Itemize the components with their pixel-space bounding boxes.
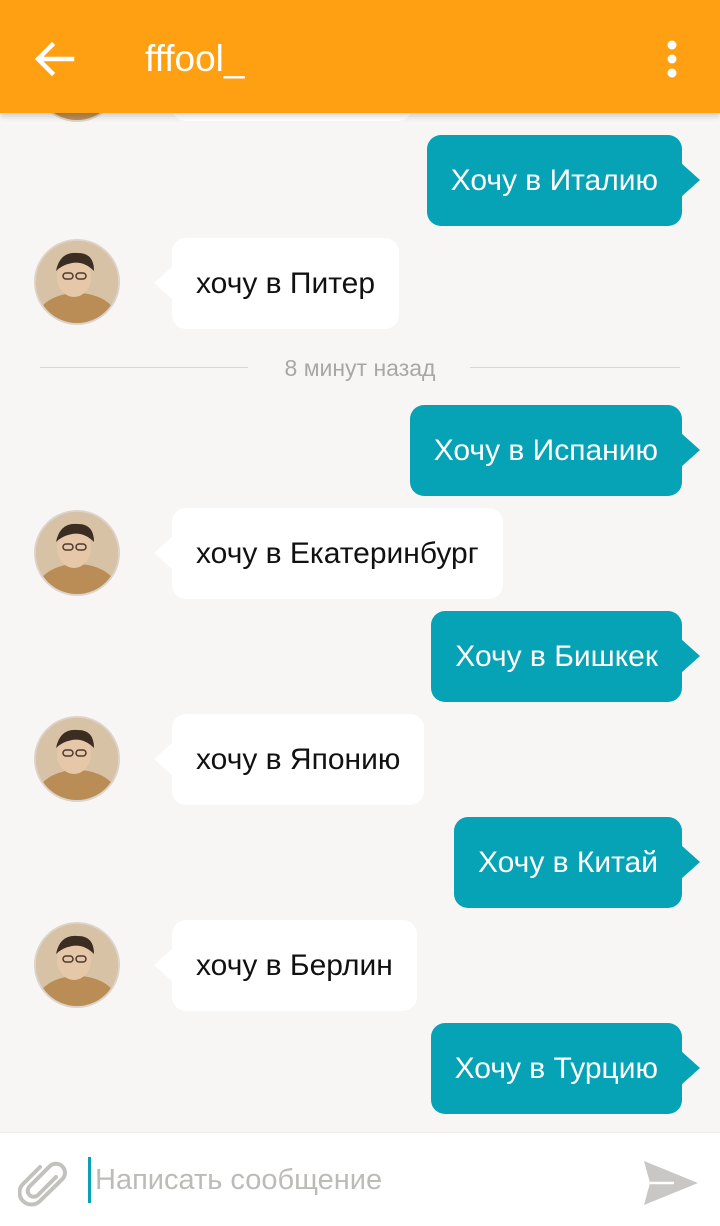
chat-title: fffool_ — [145, 38, 245, 79]
message-bubble-incoming[interactable]: хочу в Японию — [153, 714, 425, 805]
attach-button[interactable] — [17, 1159, 72, 1213]
message-bubble-incoming[interactable]: хочу в Питер — [153, 238, 400, 329]
app-header: fffool_ — [0, 0, 720, 113]
arrow-left-icon — [34, 41, 75, 77]
message-bubble-outgoing[interactable]: Хочу в Бишкек — [431, 611, 700, 702]
paperclip-icon — [17, 1161, 67, 1207]
more-options-button[interactable] — [648, 30, 696, 88]
timestamp-label: 8 минут назад — [284, 355, 436, 381]
message-bubble-outgoing[interactable]: Хочу в Испанию — [409, 405, 701, 496]
avatar[interactable] — [34, 922, 120, 1008]
timestamp-divider: 8 минут назад — [40, 352, 680, 386]
avatar[interactable] — [34, 716, 120, 802]
message-bubble-incoming[interactable]: хочу в Екатеринбург — [154, 508, 503, 599]
message-bubble-outgoing[interactable]: Хочу в Китай — [453, 817, 701, 908]
chat-area[interactable]: Хочу в Италию хочу в Питер 8 минут назад… — [0, 0, 720, 1132]
message-composer — [0, 1132, 720, 1226]
send-icon — [644, 1161, 698, 1205]
avatar[interactable] — [34, 239, 120, 325]
send-button[interactable] — [640, 1155, 702, 1211]
message-bubble-incoming[interactable]: хочу в Берлин — [154, 920, 417, 1011]
back-button[interactable] — [22, 26, 86, 90]
message-bubble-outgoing[interactable]: Хочу в Италию — [426, 135, 701, 226]
avatar[interactable] — [34, 510, 120, 596]
message-input[interactable] — [88, 1157, 618, 1203]
message-bubble-outgoing[interactable]: Хочу в Турцию — [430, 1023, 701, 1114]
more-vertical-icon — [667, 40, 677, 78]
